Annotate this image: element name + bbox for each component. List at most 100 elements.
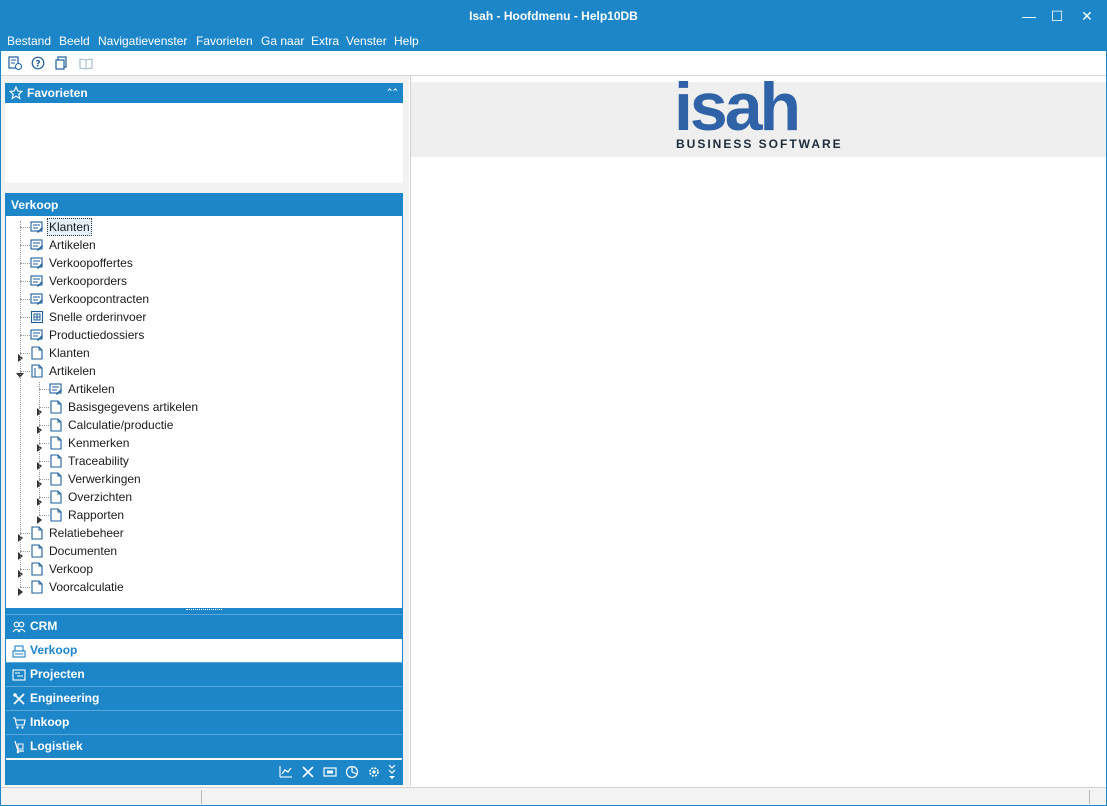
- maximize-button[interactable]: ☐: [1040, 1, 1074, 31]
- navigator-title-text: Verkoop: [11, 198, 59, 212]
- tree-item-label: Artikelen: [49, 364, 96, 378]
- register-icon: [12, 645, 26, 658]
- tree-item[interactable]: Verkoopcontracten: [6, 290, 402, 308]
- tree-connector: [20, 299, 30, 300]
- favorites-header[interactable]: Favorieten ⌃⌃: [5, 83, 403, 103]
- monitor-icon[interactable]: [323, 765, 337, 779]
- book-icon: [79, 58, 93, 70]
- tree-item-label: Traceability: [68, 454, 129, 468]
- tree-item[interactable]: Documenten: [6, 542, 402, 560]
- tree-item-label: Kenmerken: [68, 436, 130, 450]
- title-bar: Isah - Hoofdmenu - Help10DB — ☐ ✕: [1, 1, 1106, 31]
- tree-item-label: Voorcalculatie: [49, 580, 124, 594]
- menu-navigatievenster[interactable]: Navigatievenster: [98, 31, 187, 51]
- tree-item-label: Artikelen: [68, 382, 115, 396]
- window-title: Isah - Hoofdmenu - Help10DB: [469, 9, 638, 23]
- form-icon: [30, 239, 43, 251]
- collapse-icon[interactable]: ⌃⌃: [386, 82, 399, 102]
- tree-item[interactable]: Artikelen: [6, 380, 402, 398]
- status-divider: [201, 790, 202, 804]
- menu-help[interactable]: Help: [394, 31, 419, 51]
- more-chevron-icon[interactable]: [387, 763, 397, 781]
- tree-item-label: Verkooporders: [49, 274, 128, 288]
- logo-banner: isah BUSINESS SOFTWARE: [411, 69, 1106, 157]
- favorites-title: Favorieten: [27, 86, 88, 100]
- tools-cross-icon: [13, 693, 25, 705]
- module-label: Engineering: [30, 691, 100, 705]
- tree-item[interactable]: Verkooporders: [6, 272, 402, 290]
- star-icon: [9, 86, 23, 100]
- tree-item-label: Basisgegevens artikelen: [68, 400, 199, 414]
- tree-item[interactable]: Artikelen: [6, 236, 402, 254]
- tree-connector: [39, 389, 49, 390]
- chart-line-icon[interactable]: [279, 765, 293, 779]
- menu-extra[interactable]: Extra: [311, 31, 339, 51]
- tree-item-label: Calculatie/productie: [68, 418, 174, 432]
- module-label: Verkoop: [30, 643, 78, 657]
- form-icon: [30, 257, 43, 269]
- tree-item[interactable]: Klanten: [6, 344, 402, 362]
- module-inkoop[interactable]: Inkoop: [6, 710, 402, 734]
- tree-item[interactable]: Verkoop: [6, 560, 402, 578]
- app-window: Isah - Hoofdmenu - Help10DB — ☐ ✕ Bestan…: [0, 0, 1107, 806]
- menu-beeld[interactable]: Beeld: [59, 31, 90, 51]
- tree-item-label: Verkoopoffertes: [49, 256, 133, 270]
- module-projecten[interactable]: Projecten: [6, 662, 402, 686]
- menu-venster[interactable]: Venster: [346, 31, 387, 51]
- tree-item[interactable]: Productiedossiers: [6, 326, 402, 344]
- tree-item[interactable]: Kenmerken: [6, 434, 402, 452]
- module-logistiek[interactable]: Logistiek: [6, 734, 402, 758]
- module-verkoop[interactable]: Verkoop: [6, 638, 402, 662]
- project-board-icon: [12, 669, 26, 681]
- tree-item[interactable]: Basisgegevens artikelen: [6, 398, 402, 416]
- folder-page-icon: [50, 472, 62, 486]
- status-divider: [1089, 790, 1090, 804]
- close-button[interactable]: ✕: [1070, 1, 1104, 31]
- folder-page-icon: [50, 454, 62, 468]
- tree-item[interactable]: Calculatie/productie: [6, 416, 402, 434]
- tree-item[interactable]: Verkoopoffertes: [6, 254, 402, 272]
- module-crm[interactable]: CRM: [6, 614, 402, 638]
- tree-connector: [20, 221, 21, 587]
- tree-item[interactable]: Klanten: [6, 218, 402, 236]
- folder-page-icon: [50, 436, 62, 450]
- help-icon[interactable]: ?: [31, 56, 45, 70]
- form-icon: [30, 293, 43, 305]
- tree-item[interactable]: Verwerkingen: [6, 470, 402, 488]
- tree-item[interactable]: Relatiebeheer: [6, 524, 402, 542]
- tree-item-label: Artikelen: [49, 238, 96, 252]
- tree-item[interactable]: Artikelen: [6, 362, 402, 380]
- module-label: CRM: [30, 619, 58, 633]
- gear-icon[interactable]: [367, 765, 381, 779]
- tree-item[interactable]: Voorcalculatie: [6, 578, 402, 596]
- hand-truck-icon: [14, 740, 24, 754]
- tree-item[interactable]: Overzichten: [6, 488, 402, 506]
- menu-bar: Bestand Beeld Navigatievenster Favoriete…: [1, 31, 1106, 51]
- menu-bestand[interactable]: Bestand: [7, 31, 51, 51]
- tree-connector: [20, 245, 30, 246]
- folder-page-icon: [50, 418, 62, 432]
- tree-connector: [20, 335, 30, 336]
- tree-item-label: Klanten: [49, 346, 90, 360]
- status-bar: [1, 787, 1106, 805]
- tree-item[interactable]: Snelle orderinvoer: [6, 308, 402, 326]
- folder-page-icon: [31, 526, 43, 540]
- menu-ga-naar[interactable]: Ga naar: [261, 31, 304, 51]
- list-clock-icon[interactable]: [8, 56, 22, 70]
- tree-item-label: Verwerkingen: [68, 472, 141, 486]
- copy-doc-icon[interactable]: [55, 56, 69, 70]
- people-icon: [12, 621, 26, 633]
- splitter-grip[interactable]: [186, 609, 222, 613]
- expand-arrow-icon[interactable]: [18, 588, 23, 596]
- tree-item[interactable]: Traceability: [6, 452, 402, 470]
- tree-item-label: Overzichten: [68, 490, 133, 504]
- form-icon: [30, 221, 43, 233]
- tree-item[interactable]: Rapporten: [6, 506, 402, 524]
- navigator-title: Verkoop: [6, 194, 402, 216]
- tools-icon[interactable]: [301, 765, 315, 779]
- module-engineering[interactable]: Engineering: [6, 686, 402, 710]
- folder-page-icon: [31, 544, 43, 558]
- pie-chart-icon[interactable]: [345, 765, 359, 779]
- menu-favorieten[interactable]: Favorieten: [196, 31, 253, 51]
- expand-arrow-icon[interactable]: [37, 516, 42, 524]
